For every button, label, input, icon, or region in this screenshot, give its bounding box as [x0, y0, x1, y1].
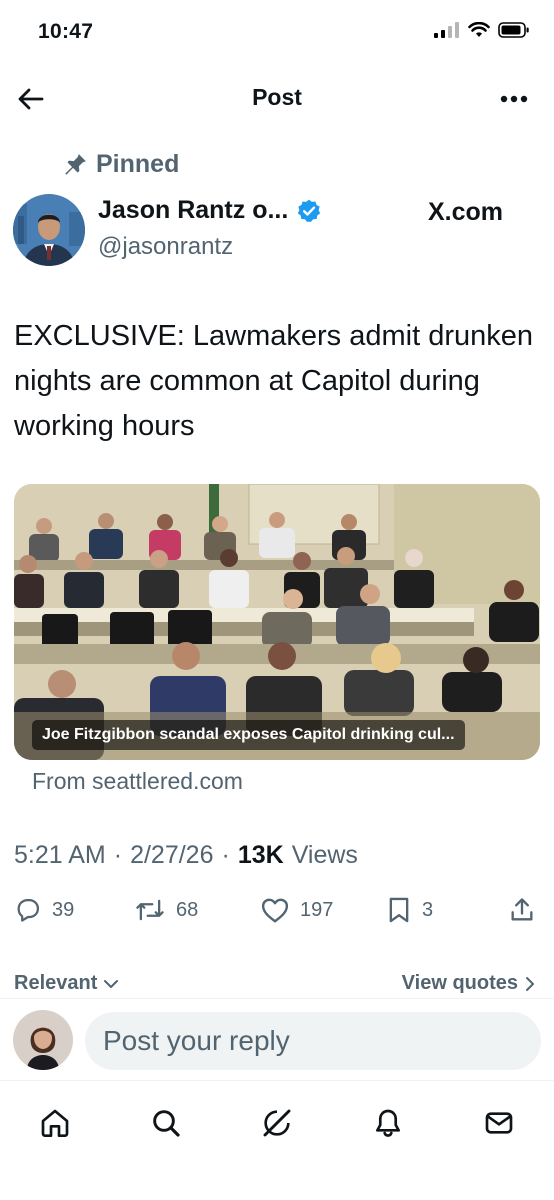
user-avatar-image: [13, 1010, 73, 1070]
repost-count: 68: [176, 898, 199, 921]
repost-icon: [136, 899, 164, 921]
media-card[interactable]: Joe Fitzgibbon scandal exposes Capitol d…: [14, 484, 540, 760]
nav-search[interactable]: [141, 1098, 191, 1148]
like-count: 197: [300, 898, 334, 921]
nav-notifications[interactable]: [363, 1098, 413, 1148]
home-icon: [41, 1109, 69, 1137]
reply-icon: [17, 898, 40, 922]
media-caption: Joe Fitzgibbon scandal exposes Capitol d…: [32, 720, 465, 750]
pin-icon: [65, 153, 86, 175]
meta-separator: ·: [113, 841, 123, 869]
view-quotes-link[interactable]: View quotes: [402, 972, 536, 995]
status-time: 10:47: [38, 20, 94, 43]
verified-badge-icon: [298, 199, 321, 222]
post-header: Post: [0, 72, 554, 124]
nav-home[interactable]: [30, 1098, 80, 1148]
chevron-down-icon: [104, 979, 119, 988]
share-button[interactable]: [508, 896, 536, 924]
post-time: 5:21 AM: [14, 841, 106, 869]
nav-messages[interactable]: [474, 1098, 524, 1148]
media-image: [14, 484, 540, 760]
heart-icon: [261, 898, 289, 923]
view-quotes-label: View quotes: [401, 972, 518, 994]
notifications-icon: [376, 1109, 400, 1137]
status-icons: [434, 22, 530, 38]
like-button[interactable]: 197: [260, 896, 333, 924]
share-icon: [511, 898, 533, 921]
views-count[interactable]: 13K: [238, 841, 284, 870]
page-title: Post: [252, 84, 302, 110]
author-avatar[interactable]: [13, 194, 85, 266]
bottom-nav: [0, 1082, 554, 1200]
post-meta: 5:21 AM · 2/27/26 · 13K Views: [14, 841, 358, 870]
chevron-right-icon: [526, 976, 534, 991]
site-badge: X.com: [428, 198, 504, 226]
relevant-dropdown[interactable]: Relevant: [14, 972, 119, 995]
user-avatar[interactable]: [13, 1010, 73, 1070]
more-button[interactable]: [496, 84, 532, 114]
source-link[interactable]: From seattlered.com: [32, 768, 243, 795]
pinned-label: Pinned: [96, 150, 180, 178]
author-avatar-image: [13, 194, 85, 266]
divider: [0, 1080, 554, 1081]
relevant-label: Relevant: [14, 972, 98, 994]
bookmark-button[interactable]: 3: [386, 896, 433, 924]
more-icon: [500, 95, 528, 103]
author-name[interactable]: Jason Rantz o...: [98, 196, 288, 225]
nav-grok[interactable]: [252, 1098, 302, 1148]
reply-button[interactable]: 39: [14, 896, 74, 924]
bookmark-count: 3: [422, 898, 434, 921]
author-name-row[interactable]: Jason Rantz o...: [98, 196, 322, 225]
wifi-icon: [468, 22, 490, 37]
post-date: 2/27/26: [130, 841, 214, 869]
repost-button[interactable]: 68: [134, 896, 198, 924]
meta-separator: ·: [221, 841, 230, 869]
tweet-text: EXCLUSIVE: Lawmakers admit drunken night…: [14, 320, 533, 442]
grok-icon: [263, 1109, 291, 1137]
battery-icon: [498, 22, 529, 38]
status-bar: 10:47: [0, 0, 554, 60]
reply-count: 39: [52, 898, 75, 921]
search-icon: [153, 1110, 180, 1137]
bookmark-icon: [389, 897, 409, 923]
pinned-indicator: Pinned: [62, 150, 179, 179]
reply-input[interactable]: [85, 1012, 541, 1070]
signal-icon: [434, 22, 459, 38]
author-handle[interactable]: @jasonrantz: [98, 233, 233, 261]
messages-icon: [485, 1112, 513, 1134]
reply-filter-row: Relevant View quotes: [0, 970, 554, 1000]
views-label: Views: [291, 841, 358, 869]
divider: [0, 998, 554, 999]
action-bar: 39 68 197 3: [14, 896, 540, 932]
